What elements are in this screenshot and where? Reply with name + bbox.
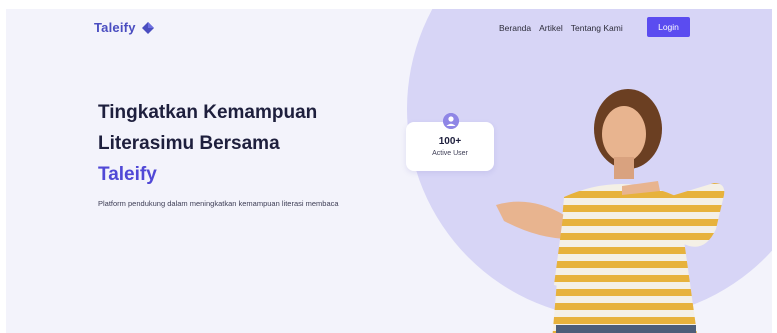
hero-person-image — [496, 89, 725, 333]
logo-text: Taleify — [94, 20, 136, 35]
logo[interactable]: Taleify — [94, 20, 155, 35]
landing-page: Taleify Beranda Artikel Tentang Kami Log… — [6, 9, 772, 333]
hero-section: Tingkatkan Kemampuan Literasimu Bersama … — [98, 97, 368, 210]
hero-title-line1: Tingkatkan Kemampuan — [98, 102, 318, 123]
diamond-icon — [141, 21, 154, 34]
nav-menu: Beranda Artikel Tentang Kami — [499, 23, 623, 33]
nav-item-tentang-kami[interactable]: Tentang Kami — [571, 23, 623, 33]
hero-title-line2: Literasimu Bersama — [98, 133, 280, 154]
nav-item-artikel[interactable]: Artikel — [539, 23, 563, 33]
login-button[interactable]: Login — [647, 17, 690, 37]
nav-item-beranda[interactable]: Beranda — [499, 23, 531, 33]
navbar: Taleify Beranda Artikel Tentang Kami Log… — [6, 9, 772, 49]
hero-title-accent: Taleify — [98, 164, 157, 185]
hero-subtitle: Platform pendukung dalam meningkatkan ke… — [98, 199, 339, 208]
